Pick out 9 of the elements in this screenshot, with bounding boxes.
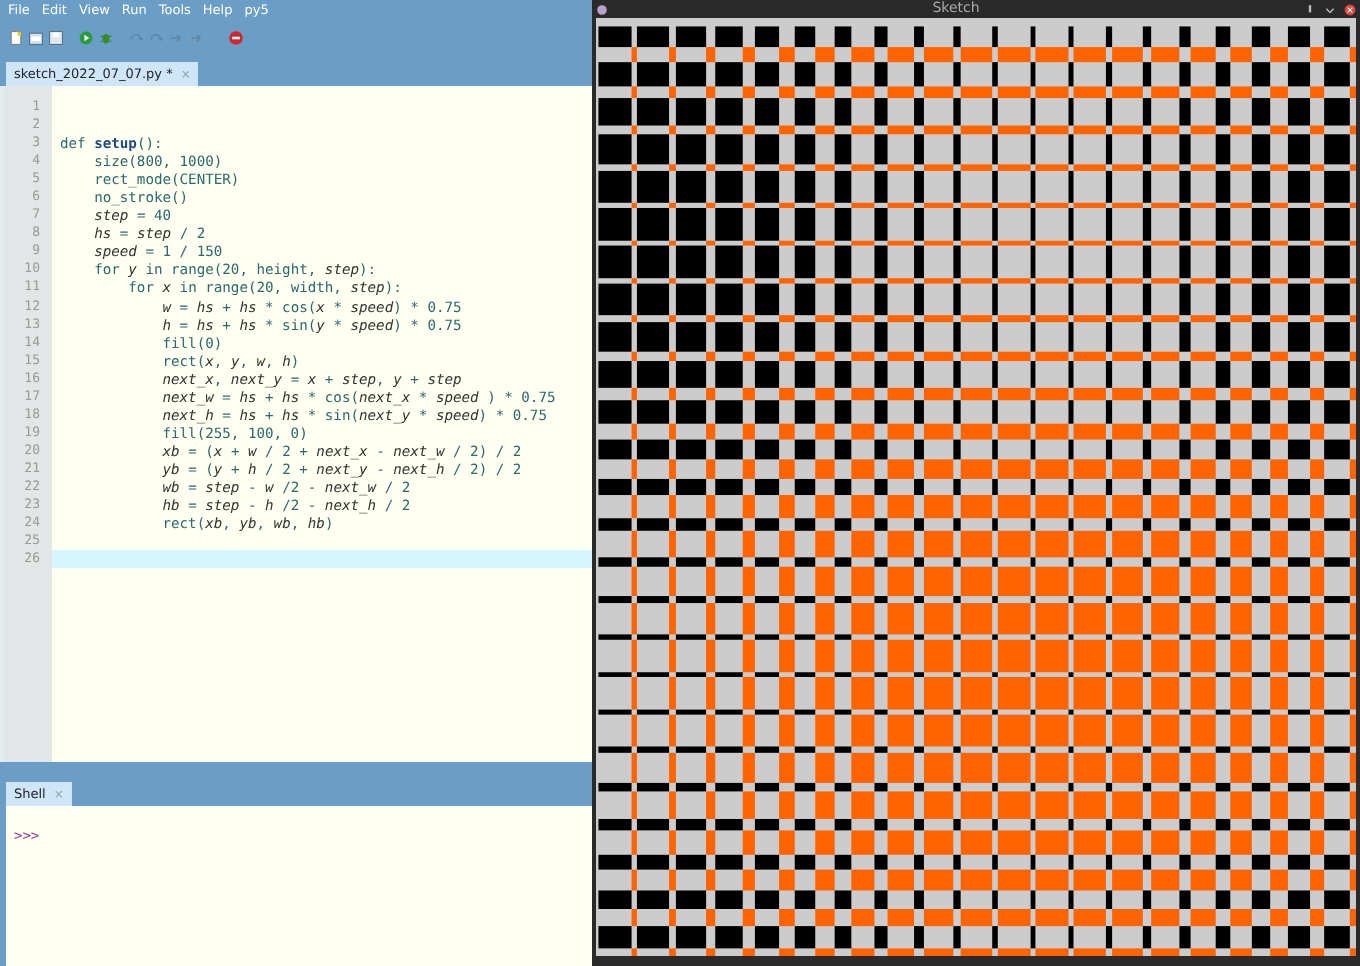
code-editor[interactable] [0, 86, 592, 762]
new-file-icon[interactable] [8, 30, 24, 46]
folder-icon[interactable] [28, 30, 44, 46]
close-icon[interactable] [1344, 3, 1356, 15]
run-icon[interactable] [78, 30, 94, 46]
app-icon [596, 3, 608, 15]
save-icon[interactable] [48, 30, 64, 46]
minimize-icon[interactable] [1324, 3, 1336, 15]
stop-icon[interactable] [228, 30, 244, 46]
